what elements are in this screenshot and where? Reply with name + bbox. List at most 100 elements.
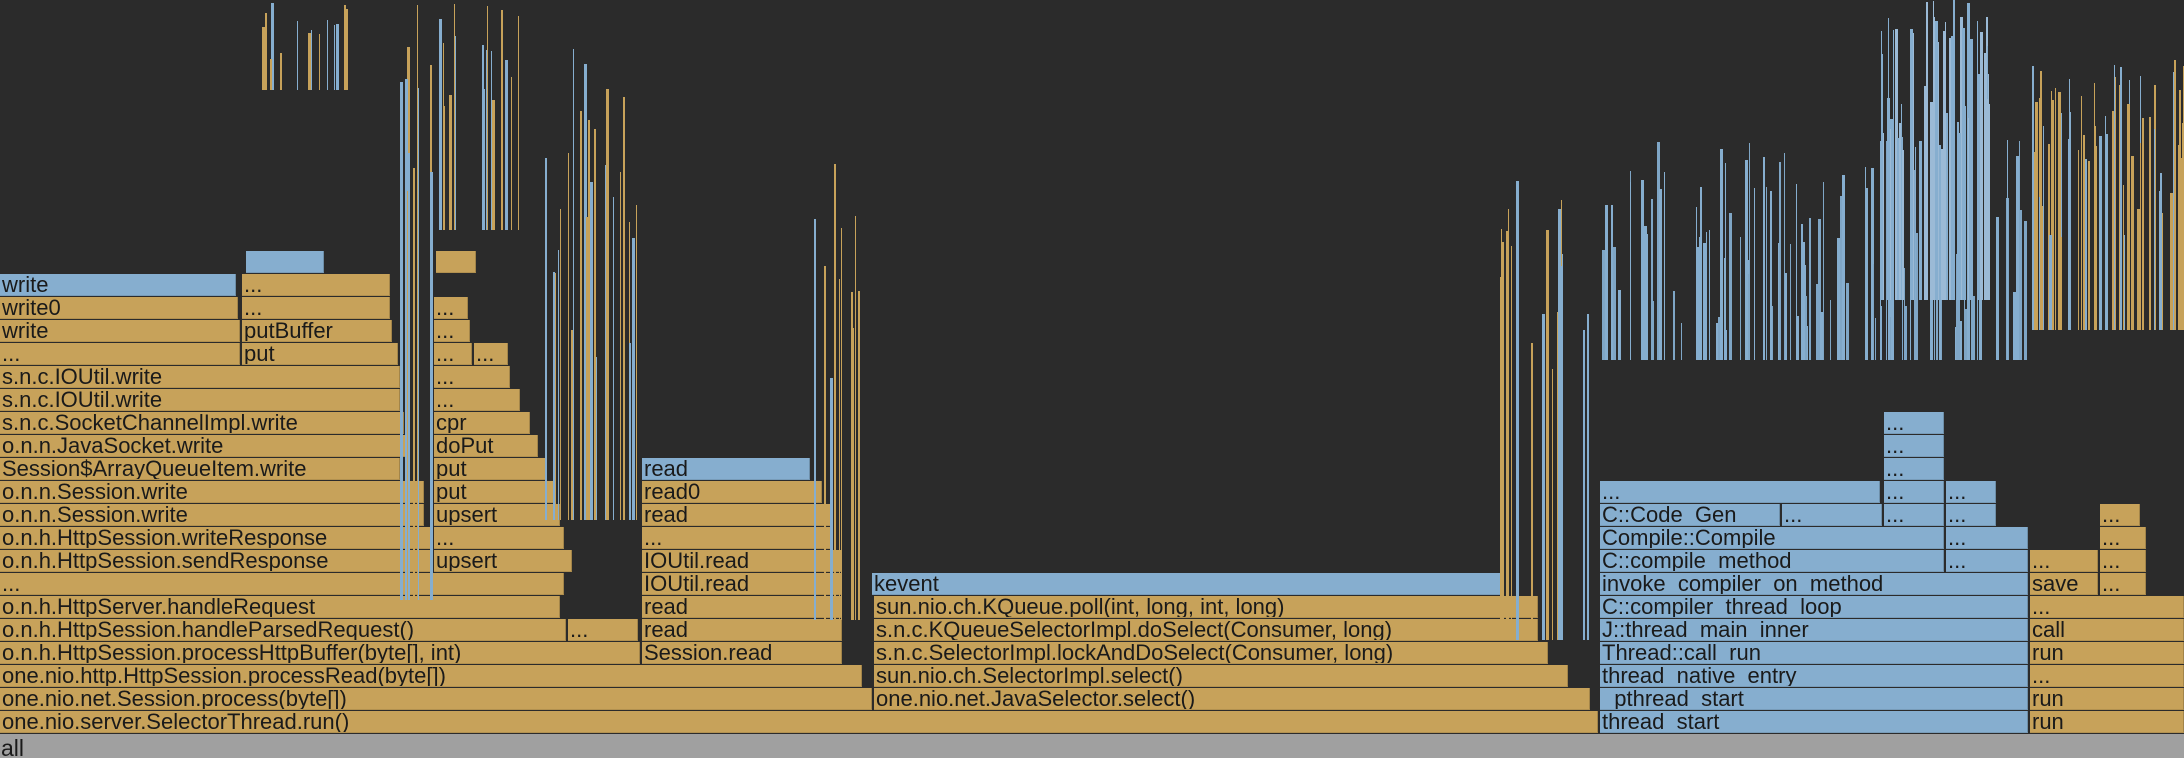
stack-frame[interactable]: s.n.c.IOUtil.write [0, 389, 400, 411]
stack-frame[interactable]: Session.read [642, 642, 842, 664]
stack-frame[interactable]: put [434, 458, 546, 480]
stack-frame[interactable]: ... [434, 343, 472, 365]
stack-frame[interactable]: ... [0, 573, 564, 595]
stack-frame[interactable]: s.n.c.SelectorImpl.lockAndDoSelect(Consu… [874, 642, 1548, 664]
stack-frame[interactable]: ... [2030, 665, 2184, 687]
thin-stack [558, 250, 559, 520]
thin-stack [1945, 22, 1946, 300]
stack-frame[interactable]: cpr [434, 412, 530, 434]
stack-frame[interactable]: one.nio.net.JavaSelector.select() [874, 688, 1590, 710]
stack-frame[interactable]: IOUtil.read [642, 573, 842, 595]
thin-stack [1552, 369, 1553, 640]
stack-frame[interactable]: o.n.h.HttpSession.writeResponse [0, 527, 432, 549]
stack-frame[interactable]: upsert [434, 550, 572, 572]
stack-frame[interactable]: read [642, 458, 810, 480]
stack-frame[interactable]: Thread::call_run [1600, 642, 2028, 664]
stack-frame[interactable]: o.n.n.JavaSocket.write [0, 435, 410, 457]
stack-frame[interactable]: ... [2030, 550, 2098, 572]
stack-frame[interactable]: put [242, 343, 398, 365]
thin-stack [2094, 198, 2096, 330]
stack-frame[interactable]: C::compiler_thread_loop [1600, 596, 2028, 618]
stack-frame[interactable]: s.n.c.IOUtil.write [0, 366, 400, 388]
stack-frame[interactable]: ... [1884, 458, 1944, 480]
stack-frame[interactable]: s.n.c.SocketChannelImpl.write [0, 412, 404, 434]
stack-frame[interactable]: C::compile_method [1600, 550, 1944, 572]
stack-frame[interactable]: o.n.h.HttpSession.sendResponse [0, 550, 432, 572]
stack-frame[interactable]: ... [242, 297, 390, 319]
stack-frame[interactable]: ... [242, 274, 390, 296]
stack-frame[interactable]: o.n.n.Session.write [0, 504, 424, 526]
stack-frame[interactable]: ... [434, 297, 468, 319]
stack-frame[interactable]: ... [1884, 481, 1944, 503]
stack-frame[interactable]: Compile::Compile [1600, 527, 1944, 549]
stack-frame[interactable]: J::thread_main_inner [1600, 619, 2028, 641]
stack-frame[interactable]: thread_start [1600, 711, 2028, 733]
stack-frame[interactable]: ... [2100, 550, 2146, 572]
stack-frame[interactable]: run [2030, 711, 2184, 733]
stack-frame[interactable]: read0 [642, 481, 822, 503]
stack-frame[interactable]: ... [1884, 412, 1944, 434]
stack-frame[interactable]: ... [2100, 573, 2146, 595]
stack-frame[interactable]: ... [1946, 550, 2028, 572]
stack-frame[interactable]: write [0, 320, 240, 342]
stack-frame[interactable]: IOUtil.read [642, 550, 842, 572]
stack-frame[interactable]: ... [1782, 504, 1882, 526]
stack-frame[interactable]: put [434, 481, 554, 503]
stack-frame[interactable]: o.n.n.Session.write [0, 481, 424, 503]
stack-frame[interactable]: ... [434, 320, 470, 342]
stack-frame[interactable]: read [642, 596, 842, 618]
stack-frame[interactable]: one.nio.server.SelectorThread.run() [0, 711, 1598, 733]
stack-frame[interactable]: ... [434, 366, 510, 388]
thin-stack [1725, 163, 1726, 360]
stack-frame[interactable]: ... [1946, 527, 2028, 549]
thin-stack [1914, 317, 1915, 360]
stack-frame[interactable]: ... [642, 527, 832, 549]
stack-frame[interactable] [246, 251, 324, 273]
stack-frame[interactable]: putBuffer [242, 320, 392, 342]
stack-frame[interactable]: _pthread_start [1600, 688, 2028, 710]
thin-stack [1964, 146, 1965, 360]
stack-frame[interactable]: ... [1946, 504, 1996, 526]
stack-frame[interactable]: read [642, 619, 842, 641]
stack-frame[interactable]: sun.nio.ch.KQueue.poll(int, long, int, l… [874, 596, 1538, 618]
stack-frame[interactable]: ... [2100, 504, 2140, 526]
stack-frame[interactable]: sun.nio.ch.SelectorImpl.select() [874, 665, 1568, 687]
stack-frame[interactable]: one.nio.net.Session.process(byte[]) [0, 688, 872, 710]
stack-frame[interactable]: o.n.h.HttpSession.processHttpBuffer(byte… [0, 642, 640, 664]
stack-frame[interactable]: ... [434, 527, 564, 549]
stack-frame[interactable]: invoke_compiler_on_method [1600, 573, 2028, 595]
root-frame[interactable]: all [0, 734, 2184, 758]
stack-frame[interactable]: ... [568, 619, 638, 641]
stack-frame[interactable]: o.n.h.HttpServer.handleRequest [0, 596, 560, 618]
stack-frame[interactable]: save [2030, 573, 2098, 595]
stack-frame[interactable]: ... [434, 389, 520, 411]
stack-frame[interactable]: C::Code_Gen [1600, 504, 1780, 526]
stack-frame[interactable]: thread_native_entry [1600, 665, 2028, 687]
stack-frame[interactable] [436, 251, 476, 273]
stack-frame[interactable]: write0 [0, 297, 238, 319]
stack-frame[interactable]: write [0, 274, 236, 296]
thin-stack [2114, 77, 2116, 330]
stack-frame[interactable]: s.n.c.KQueueSelectorImpl.doSelect(Consum… [874, 619, 1538, 641]
stack-frame[interactable]: read [642, 504, 832, 526]
stack-frame[interactable]: ... [0, 343, 240, 365]
stack-frame[interactable]: kevent [872, 573, 1504, 595]
stack-frame[interactable]: run [2030, 642, 2184, 664]
stack-frame[interactable]: ... [2100, 527, 2146, 549]
stack-frame[interactable]: run [2030, 688, 2184, 710]
stack-frame[interactable]: o.n.h.HttpSession.handleParsedRequest() [0, 619, 566, 641]
stack-frame[interactable]: ... [2030, 596, 2184, 618]
stack-frame[interactable]: ... [474, 343, 508, 365]
stack-frame[interactable]: ... [1600, 481, 1880, 503]
stack-frame[interactable]: doPut [434, 435, 538, 457]
stack-frame[interactable]: one.nio.http.HttpSession.processRead(byt… [0, 665, 862, 687]
stack-frame[interactable]: ... [1884, 504, 1944, 526]
stack-frame[interactable]: Session$ArrayQueueItem.write [0, 458, 400, 480]
stack-frame[interactable]: ... [1946, 481, 1996, 503]
stack-frame-label: ... [1886, 435, 1905, 457]
stack-frame[interactable]: call [2030, 619, 2184, 641]
stack-frame[interactable]: upsert [434, 504, 560, 526]
thin-stack [1968, 87, 1971, 300]
thin-stack [1778, 243, 1779, 360]
stack-frame[interactable]: ... [1884, 435, 1944, 457]
